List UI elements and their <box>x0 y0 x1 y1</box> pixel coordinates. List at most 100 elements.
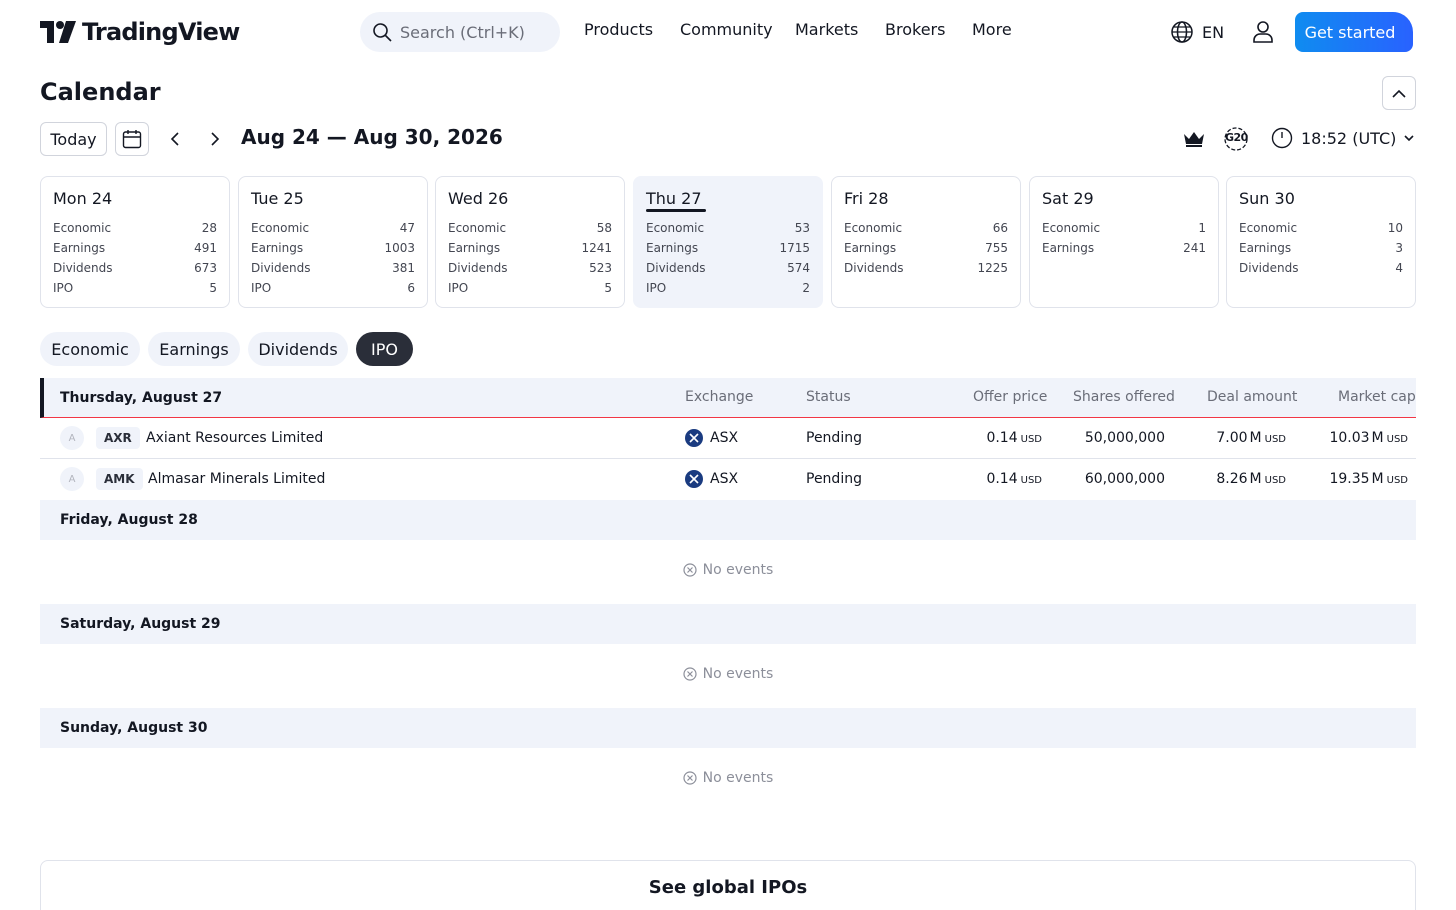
deal-amount: 8.26 M USD <box>1216 471 1286 487</box>
shares-offered: 50,000,000 <box>1084 430 1165 446</box>
chevron-right-icon <box>210 132 219 146</box>
nav-brokers[interactable]: Brokers <box>885 20 945 39</box>
company-name[interactable]: Almasar Minerals Limited <box>148 459 325 499</box>
day-card-tue[interactable]: Tue 25 Economic 47 Earnings 1003 Dividends… <box>238 176 428 308</box>
day-stat: Earnings 1715 <box>646 241 810 255</box>
nav-products[interactable]: Products <box>584 20 653 39</box>
clock-icon <box>1271 127 1293 149</box>
group-header-saturday: Saturday, August 29 <box>40 604 1416 644</box>
col-header-status[interactable]: Status <box>806 389 851 405</box>
day-stat: Dividends 381 <box>251 261 415 275</box>
group-header-friday: Friday, August 28 <box>40 500 1416 540</box>
time-label: 18:52 (UTC) <box>1301 128 1397 148</box>
g20-filter-button[interactable]: G20 <box>1223 127 1249 151</box>
collapse-button[interactable] <box>1382 76 1416 110</box>
day-name: Sun 30 <box>1239 189 1295 208</box>
no-events-icon <box>683 667 697 681</box>
day-stat: Dividends 574 <box>646 261 810 275</box>
day-card-mon[interactable]: Mon 24 Economic 28 Earnings 491 Dividends 6… <box>40 176 230 308</box>
filter-dividends[interactable]: Dividends <box>248 332 348 366</box>
filter-ipo[interactable]: IPO <box>356 332 413 366</box>
col-header-exchange[interactable]: Exchange <box>685 389 753 405</box>
day-stat: Economic 10 <box>1239 221 1403 235</box>
exchange-name: ASX <box>710 471 739 487</box>
next-week-button[interactable] <box>200 124 230 154</box>
company-avatar: A <box>60 467 84 491</box>
day-stat: IPO 5 <box>53 281 217 295</box>
user-icon[interactable] <box>1252 20 1274 44</box>
day-name: Mon 24 <box>53 189 113 208</box>
nav-community[interactable]: Community <box>680 20 773 39</box>
day-card-sat[interactable]: Sat 29 Economic 1 Earnings 241 <box>1029 176 1219 308</box>
tradingview-logo-icon <box>40 21 76 43</box>
today-button[interactable]: Today <box>40 122 107 156</box>
search-input[interactable]: Search (Ctrl+K) <box>360 12 560 52</box>
day-stat: Economic 58 <box>448 221 612 235</box>
day-stat: Earnings 491 <box>53 241 217 255</box>
day-stat: Economic 28 <box>53 221 217 235</box>
chevron-left-icon <box>170 132 179 146</box>
nav-more[interactable]: More <box>972 20 1012 39</box>
col-header-shares-offered[interactable]: Shares offered <box>1073 389 1175 405</box>
tradingview-logo[interactable]: TradingView <box>40 16 240 48</box>
exchange-name: ASX <box>710 430 739 446</box>
top-header: TradingView Search (Ctrl+K) Products Com… <box>0 0 1456 64</box>
nav-markets[interactable]: Markets <box>795 20 858 39</box>
market-cap: 19.35 M USD <box>1329 471 1408 487</box>
filter-economic[interactable]: Economic <box>40 332 140 366</box>
get-started-button[interactable]: Get started <box>1295 12 1413 52</box>
day-stat: Earnings 3 <box>1239 241 1403 255</box>
day-name: Tue 25 <box>251 189 304 208</box>
day-card-sun[interactable]: Sun 30 Economic 10 Earnings 3 Dividends 4 <box>1226 176 1416 308</box>
ipo-status: Pending <box>806 430 862 446</box>
see-global-ipos-label: See global IPOs <box>648 877 808 898</box>
calendar-icon <box>122 130 142 149</box>
day-stat: IPO 5 <box>448 281 612 295</box>
day-card-wed[interactable]: Wed 26 Economic 58 Earnings 1241 Dividends… <box>435 176 625 308</box>
week-day-cards: Mon 24 Economic 28 Earnings 491 Dividends 6… <box>40 176 1416 308</box>
group-header-sunday: Sunday, August 30 <box>40 708 1416 748</box>
col-header-market-cap[interactable]: Market cap <box>1338 389 1416 405</box>
day-name: Thu 27 <box>646 189 705 212</box>
day-stat: Economic 1 <box>1042 221 1206 235</box>
language-selector[interactable]: EN <box>1170 20 1224 44</box>
col-header-deal-amount[interactable]: Deal amount <box>1207 389 1297 405</box>
day-stat: Dividends 523 <box>448 261 612 275</box>
day-stat: Earnings 1003 <box>251 241 415 255</box>
table-row[interactable]: A AMK Almasar Minerals Limited ASX Pendi… <box>40 459 1416 500</box>
no-events-icon <box>683 563 697 577</box>
day-stat: IPO 2 <box>646 281 810 295</box>
ticker-badge[interactable]: AMK <box>96 468 143 490</box>
previous-week-button[interactable] <box>159 124 189 154</box>
chevron-up-icon <box>1392 89 1406 98</box>
day-card-thu[interactable]: Thu 27 Economic 53 Earnings 1715 Dividends… <box>633 176 823 308</box>
col-header-offer-price[interactable]: Offer price <box>973 389 1047 405</box>
group-title: Sunday, August 30 <box>60 720 208 736</box>
crown-icon[interactable] <box>1183 130 1205 148</box>
day-card-fri[interactable]: Fri 28 Economic 66 Earnings 755 Dividends 1… <box>831 176 1021 308</box>
date-picker-button[interactable] <box>115 122 149 156</box>
shares-offered: 60,000,000 <box>1084 471 1165 487</box>
globe-icon <box>1171 21 1193 43</box>
timezone-selector[interactable]: 18:52 (UTC) <box>1271 127 1414 149</box>
ticker-badge[interactable]: AXR <box>96 427 140 449</box>
day-stat: Dividends 4 <box>1239 261 1403 275</box>
table-row[interactable]: A AXR Axiant Resources Limited ASX Pendi… <box>40 418 1416 459</box>
deal-amount: 7.00 M USD <box>1216 430 1286 446</box>
date-range-label: Aug 24 — Aug 30, 2026 <box>241 125 503 149</box>
no-events-message: No events <box>0 770 1456 786</box>
filter-earnings[interactable]: Earnings <box>148 332 240 366</box>
asx-logo-icon <box>685 470 703 488</box>
group-title: Saturday, August 29 <box>60 616 221 632</box>
market-cap: 10.03 M USD <box>1329 430 1408 446</box>
day-stat: Economic 66 <box>844 221 1008 235</box>
day-name: Wed 26 <box>448 189 509 208</box>
group-title: Friday, August 28 <box>60 512 198 528</box>
company-name[interactable]: Axiant Resources Limited <box>146 418 323 458</box>
page-title: Calendar <box>40 78 161 106</box>
day-stat: Earnings 241 <box>1042 241 1206 255</box>
see-global-ipos-button[interactable]: See global IPOs <box>40 860 1416 910</box>
no-events-message: No events <box>0 562 1456 578</box>
no-events-icon <box>683 771 697 785</box>
search-placeholder: Search (Ctrl+K) <box>400 22 525 42</box>
